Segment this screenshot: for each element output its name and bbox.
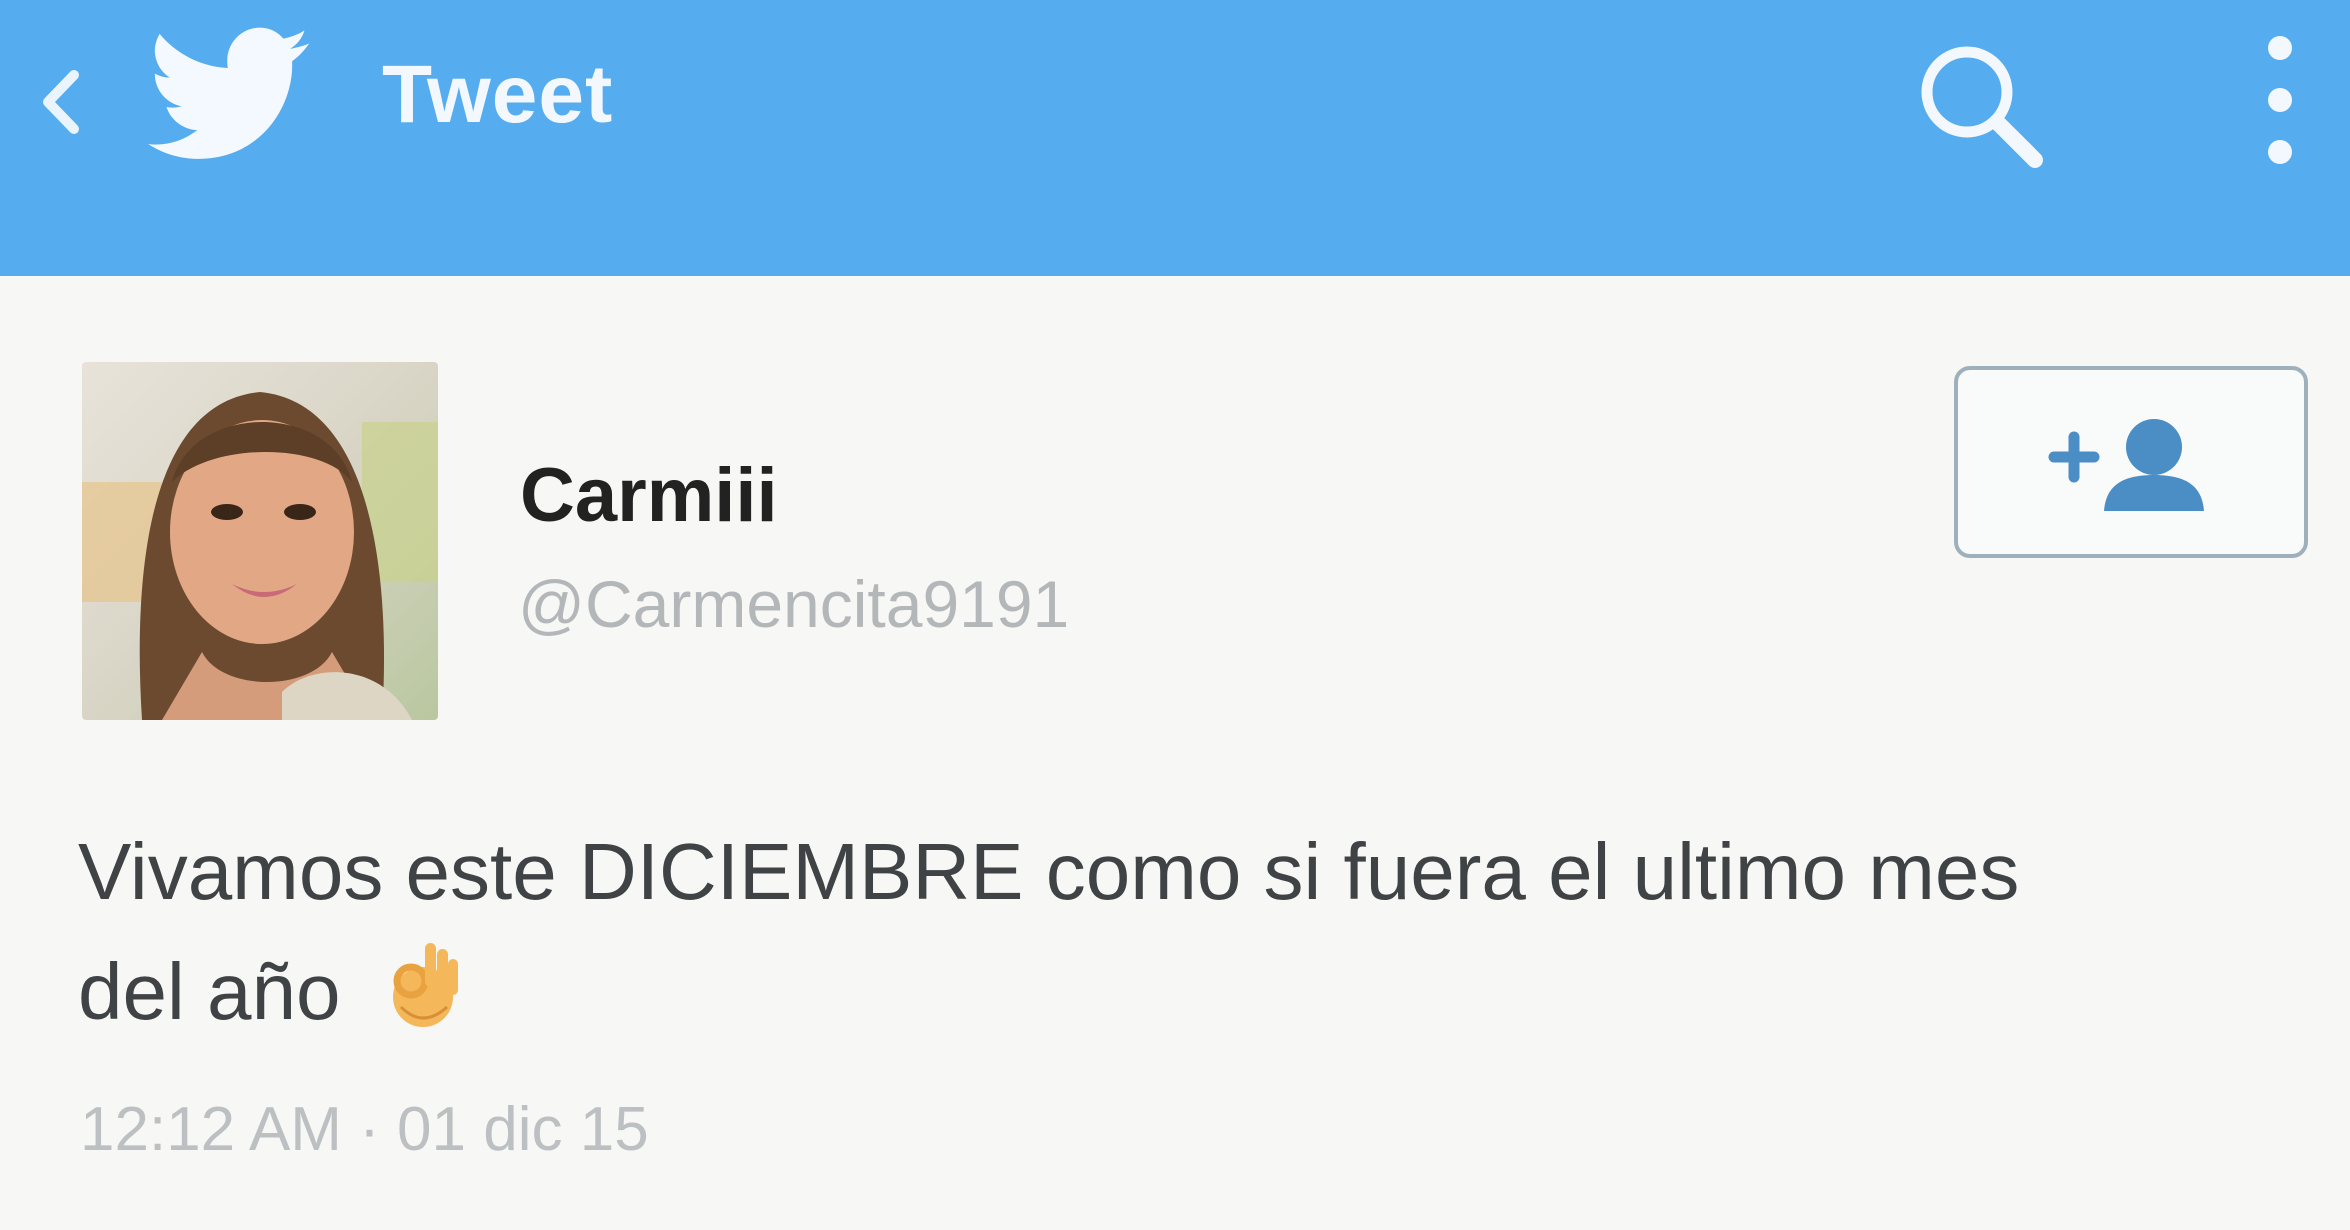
app-header: Tweet	[0, 0, 2350, 276]
twitter-bird-icon	[148, 27, 310, 159]
follow-button[interactable]	[1954, 366, 2308, 558]
chevron-left-icon	[43, 70, 79, 134]
page-title: Tweet	[382, 49, 614, 140]
back-button[interactable]	[30, 60, 90, 144]
tweet-text: Vivamos este DICIEMBRE como si fuera el …	[78, 812, 2308, 1066]
tweet-timestamp: 12:12 AM · 01 dic 15	[80, 1095, 649, 1164]
avatar-photo	[82, 362, 438, 720]
more-menu-button[interactable]	[2250, 18, 2310, 178]
author-name[interactable]: Carmiii	[520, 452, 778, 539]
ok-hand-emoji	[381, 937, 465, 1066]
search-button[interactable]	[1905, 34, 2055, 174]
author-handle[interactable]: @Carmencita9191	[518, 566, 1069, 642]
tweet-text-line1: Vivamos este DICIEMBRE como si fuera el …	[78, 827, 2020, 916]
tweet-text-line2: del año	[78, 947, 341, 1036]
tweet-text-line2-row: del año	[78, 932, 2308, 1066]
add-user-icon	[2048, 419, 2204, 511]
search-icon	[1921, 46, 2043, 168]
more-vertical-icon	[2268, 36, 2292, 164]
avatar[interactable]	[82, 362, 438, 720]
